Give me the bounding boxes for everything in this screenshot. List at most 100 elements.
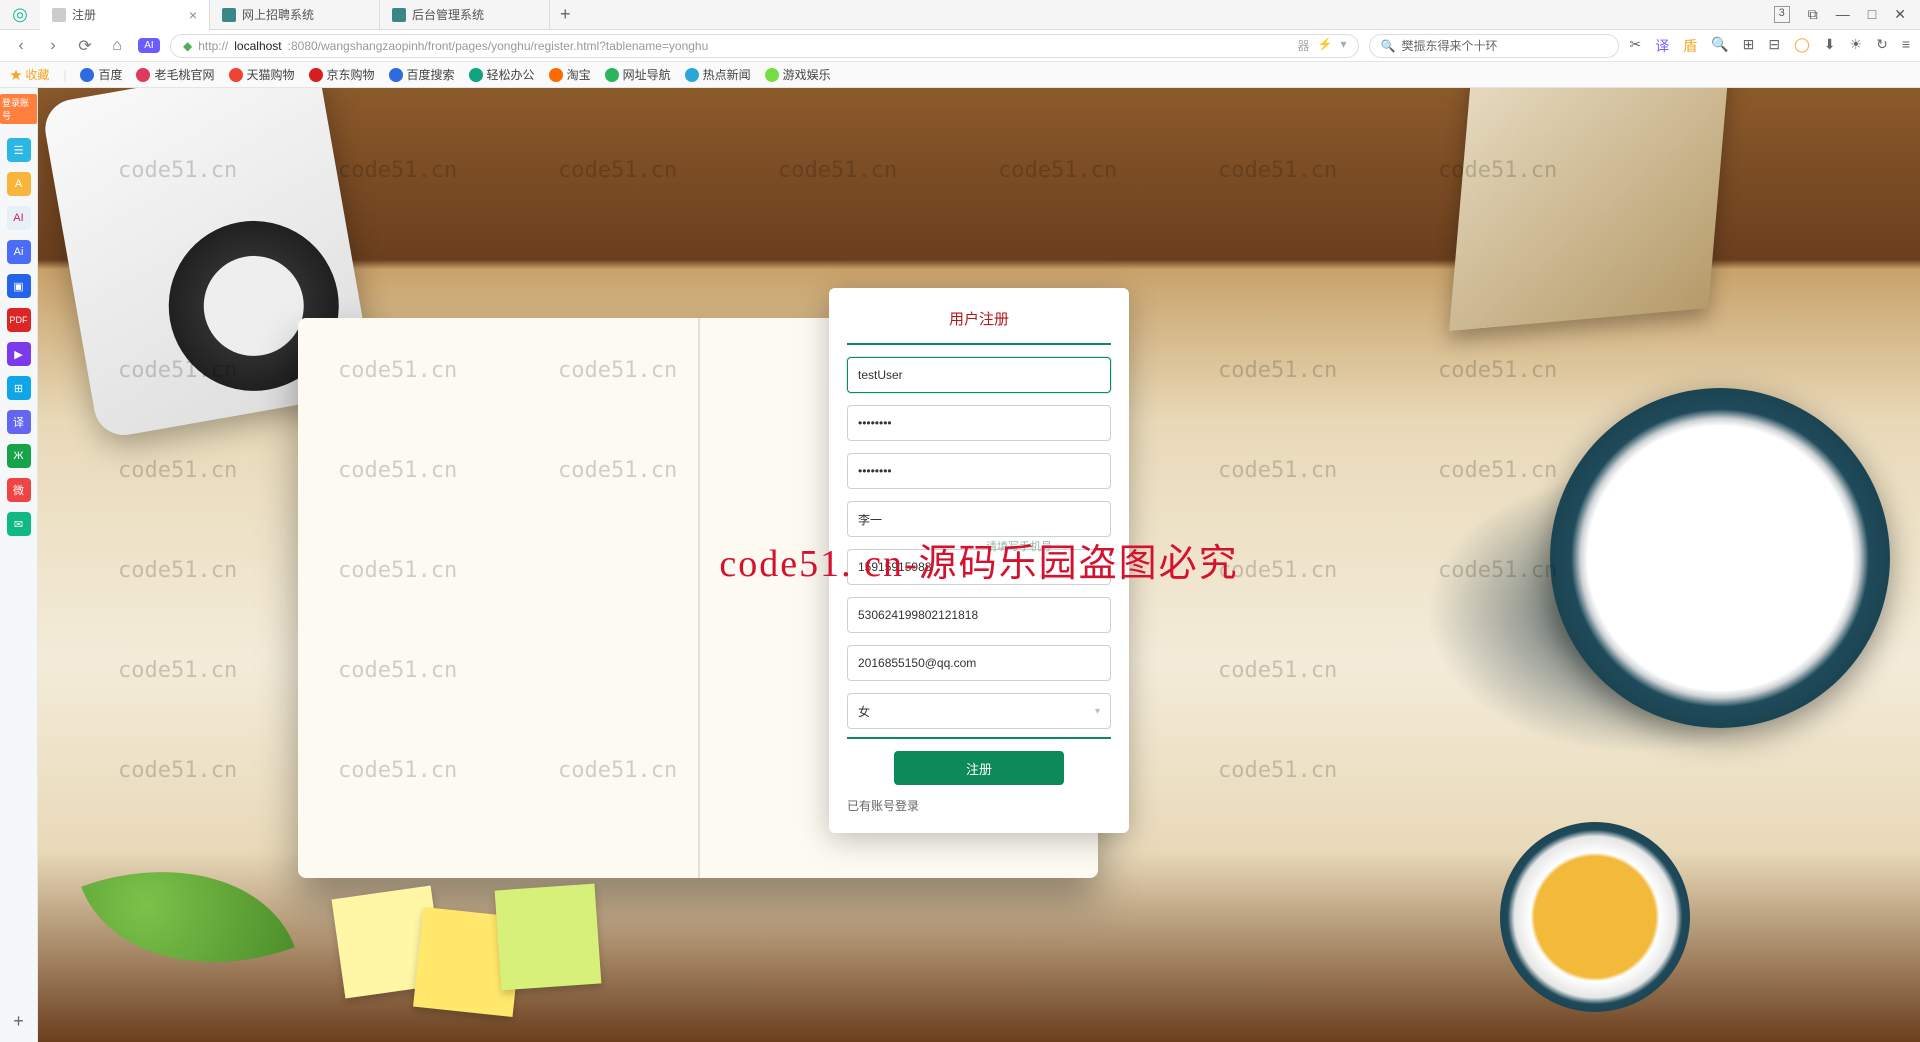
login-tag[interactable]: 登录账号 xyxy=(0,94,37,124)
email-input[interactable] xyxy=(847,645,1111,681)
flash-icon[interactable]: ⚡ xyxy=(1318,37,1333,54)
watermark: code51.cn xyxy=(338,158,457,183)
tab-title: 网上招聘系统 xyxy=(242,6,314,23)
watermark: code51.cn xyxy=(1218,458,1337,483)
maximize-button[interactable]: □ xyxy=(1868,6,1876,23)
watermark: code51.cn xyxy=(778,158,897,183)
search-input[interactable]: 🔍 樊振东得来个十环 xyxy=(1369,34,1619,58)
tab-bar: ◎ 注册 × 网上招聘系统 后台管理系统 + 3 ⧉ — □ ✕ xyxy=(0,0,1920,30)
search-placeholder: 樊振东得来个十环 xyxy=(1401,37,1497,54)
bookmark-item[interactable]: 淘宝 xyxy=(549,66,591,83)
dock-add-button[interactable]: + xyxy=(13,1011,24,1032)
bookmark-item[interactable]: 热点新闻 xyxy=(685,66,751,83)
menu-icon[interactable]: ≡ xyxy=(1902,36,1910,56)
close-icon[interactable]: × xyxy=(189,7,197,23)
password-input[interactable] xyxy=(847,405,1111,441)
bookmark-item[interactable]: 网址导航 xyxy=(605,66,671,83)
dock-item[interactable]: Ж xyxy=(7,444,31,468)
watermark: code51.cn xyxy=(1438,558,1557,583)
jd-icon xyxy=(309,68,323,82)
back-button[interactable]: ‹ xyxy=(10,37,32,55)
dock-item[interactable]: PDF xyxy=(7,308,31,332)
bookmark-item[interactable]: 百度搜索 xyxy=(389,66,455,83)
dock-item[interactable]: ▣ xyxy=(7,274,31,298)
confirm-password-input[interactable] xyxy=(847,453,1111,489)
apps-icon[interactable]: ⊟ xyxy=(1768,36,1780,56)
bookmark-item[interactable]: 轻松办公 xyxy=(469,66,535,83)
download-icon[interactable]: ⬇ xyxy=(1824,36,1836,56)
bookmark-item[interactable]: 天猫购物 xyxy=(229,66,295,83)
dock-item[interactable]: ✉ xyxy=(7,512,31,536)
vue-icon xyxy=(222,8,236,22)
bookmark-item[interactable]: 游戏娱乐 xyxy=(765,66,831,83)
dock-item[interactable]: 微 xyxy=(7,478,31,502)
watermark: code51.cn xyxy=(1218,658,1337,683)
lm-icon xyxy=(136,68,150,82)
translate-icon[interactable]: 器 xyxy=(1297,37,1309,54)
tab-count-badge[interactable]: 3 xyxy=(1774,6,1790,23)
zoom-icon[interactable]: 🔍 xyxy=(1711,36,1728,56)
ai-icon[interactable]: AI xyxy=(138,38,160,53)
history-icon[interactable]: ↻ xyxy=(1876,36,1888,56)
tmall-icon xyxy=(229,68,243,82)
watermark: code51.cn xyxy=(1438,358,1557,383)
close-window-button[interactable]: ✕ xyxy=(1894,6,1906,23)
dock-item[interactable]: ☰ xyxy=(7,138,31,162)
sidebar-dock: 登录账号 ☰ A AI Ai ▣ PDF ▶ ⊞ 译 Ж 微 ✉ + xyxy=(0,88,38,1042)
url-rest: :8080/wangshangzaopinh/front/pages/yongh… xyxy=(288,39,709,53)
username-input[interactable] xyxy=(847,357,1111,393)
extension-icon[interactable]: ⊞ xyxy=(1743,36,1755,56)
realname-input[interactable] xyxy=(847,501,1111,537)
bookmark-item[interactable]: 老毛桃官网 xyxy=(136,66,214,83)
tab-admin[interactable]: 后台管理系统 xyxy=(380,0,550,30)
tab-title: 注册 xyxy=(72,6,96,23)
tab-register[interactable]: 注册 × xyxy=(40,0,210,30)
minimize-button[interactable]: — xyxy=(1836,6,1850,23)
watermark: code51.cn xyxy=(998,158,1117,183)
bookmark-bar: ★ 收藏 | 百度 老毛桃官网 天猫购物 京东购物 百度搜索 轻松办公 淘宝 网… xyxy=(0,62,1920,88)
vue-icon xyxy=(392,8,406,22)
taobao-icon xyxy=(549,68,563,82)
login-link[interactable]: 已有账号登录 xyxy=(847,799,919,813)
dock-item[interactable]: AI xyxy=(7,206,31,230)
nav-icon xyxy=(605,68,619,82)
shield-icon[interactable]: 盾 xyxy=(1683,36,1697,56)
forward-button[interactable]: › xyxy=(42,37,64,55)
phone-input[interactable] xyxy=(847,549,1111,585)
dropdown-icon[interactable]: ▾ xyxy=(1340,37,1346,54)
favorites-button[interactable]: ★ 收藏 xyxy=(10,66,49,83)
translate-tool-icon[interactable]: 译 xyxy=(1655,36,1669,56)
watermark: code51.cn xyxy=(1218,358,1337,383)
dock-item[interactable]: ▶ xyxy=(7,342,31,366)
bookmark-item[interactable]: 百度 xyxy=(80,66,122,83)
watermark: code51.cn xyxy=(1218,558,1337,583)
gender-select[interactable]: 女 xyxy=(847,693,1111,729)
decorative-cup xyxy=(1500,822,1690,1012)
idcard-input[interactable] xyxy=(847,597,1111,633)
secure-icon: ◆ xyxy=(183,39,192,53)
watermark: code51.cn xyxy=(1218,758,1337,783)
url-host: localhost xyxy=(234,39,281,53)
window-pin-icon[interactable]: ⧉ xyxy=(1808,6,1818,23)
theme-icon[interactable]: ☀ xyxy=(1850,36,1863,56)
address-bar: ‹ › ⟳ ⌂ AI ◆ http:// localhost :8080/wangs… xyxy=(0,30,1920,62)
watermark: code51.cn xyxy=(558,158,677,183)
register-button[interactable]: 注册 xyxy=(894,751,1064,785)
tab-recruit[interactable]: 网上招聘系统 xyxy=(210,0,380,30)
home-button[interactable]: ⌂ xyxy=(106,37,128,55)
dock-item[interactable]: Ai xyxy=(7,240,31,264)
dock-item[interactable]: A xyxy=(7,172,31,196)
dock-item[interactable]: ⊞ xyxy=(7,376,31,400)
watermark: code51.cn xyxy=(118,558,237,583)
news-icon xyxy=(685,68,699,82)
url-prefix: http:// xyxy=(198,39,228,53)
dock-item[interactable]: 译 xyxy=(7,410,31,434)
bookmark-item[interactable]: 京东购物 xyxy=(309,66,375,83)
url-input[interactable]: ◆ http:// localhost :8080/wangshangzaopinh… xyxy=(170,34,1359,58)
profile-icon[interactable]: ◯ xyxy=(1794,36,1810,56)
decorative-plate xyxy=(1550,388,1890,728)
new-tab-button[interactable]: + xyxy=(550,4,581,25)
page-content: code51.cn code51.cn code51.cn code51.cn … xyxy=(38,88,1920,1042)
scissors-icon[interactable]: ✂ xyxy=(1629,36,1641,56)
reload-button[interactable]: ⟳ xyxy=(74,36,96,56)
